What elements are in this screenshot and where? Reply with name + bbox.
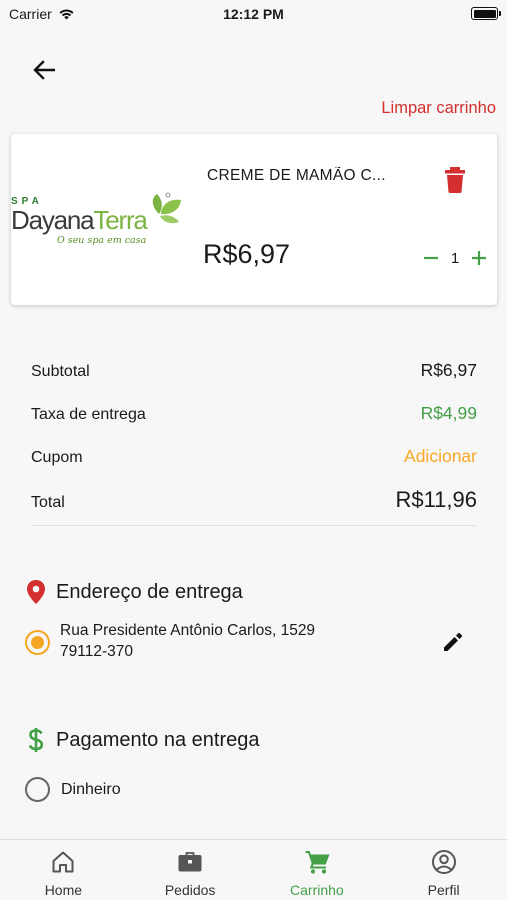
subtotal-row: Subtotal R$6,97 (31, 360, 477, 381)
quantity-value: 1 (450, 249, 460, 267)
tab-pedidos[interactable]: Pedidos (127, 840, 254, 900)
delivery-fee-label: Taxa de entrega (31, 406, 146, 423)
arrow-left-icon (33, 60, 55, 80)
tab-perfil[interactable]: Perfil (380, 840, 507, 900)
address-section-header: Endereço de entrega (25, 579, 243, 605)
tab-carrinho-label: Carrinho (290, 882, 344, 898)
trash-icon (445, 167, 465, 193)
svg-text:O seu spa em casa: O seu spa em casa (57, 235, 147, 246)
address-section-title: Endereço de entrega (56, 580, 243, 603)
home-icon (49, 848, 77, 876)
payment-radio[interactable] (25, 777, 50, 802)
subtotal-value: R$6,97 (420, 360, 477, 380)
tab-perfil-label: Perfil (427, 882, 460, 898)
address-cep: 79112-370 (60, 643, 133, 660)
product-price: R$6,97 (203, 239, 291, 269)
location-pin-icon (27, 580, 45, 604)
battery-icon (471, 7, 501, 20)
payment-option-label: Dinheiro (61, 780, 121, 798)
dollar-sign-icon (28, 728, 44, 752)
address-radio-selected[interactable] (25, 630, 50, 655)
payment-section-header: Pagamento na entrega (25, 727, 260, 753)
delivery-address: Rua Presidente Antônio Carlos, 1529 7911… (24, 621, 479, 667)
edit-address-button[interactable] (438, 627, 468, 657)
payment-option-cash[interactable]: Dinheiro (25, 777, 121, 802)
summary-divider (31, 525, 477, 526)
quantity-stepper: 1 (420, 247, 490, 269)
payment-section-title: Pagamento na entrega (56, 728, 260, 751)
delivery-fee-value: R$4,99 (420, 403, 477, 423)
delivery-fee-row: Taxa de entrega R$4,99 (31, 403, 477, 424)
delete-item-button[interactable] (443, 166, 467, 194)
product-name: CREME DE MAMÃO C... (207, 167, 386, 184)
brand-logo: SPA DayanaTerra O seu spa em casa (11, 192, 181, 246)
minus-icon (424, 256, 438, 260)
back-button[interactable] (28, 54, 60, 86)
tab-pedidos-label: Pedidos (164, 882, 216, 898)
decrease-quantity-button[interactable] (420, 247, 442, 269)
address-street: Rua Presidente Antônio Carlos, 1529 (60, 622, 316, 639)
bottom-tab-bar: Home Pedidos Carrinho Perfil (0, 839, 507, 900)
clear-cart-button[interactable]: Limpar carrinho (381, 99, 496, 118)
plus-icon (472, 251, 486, 265)
tab-carrinho[interactable]: Carrinho (254, 840, 381, 900)
briefcase-icon (176, 848, 204, 876)
cart-item-card: SPA DayanaTerra O seu spa em casa CREME … (11, 134, 497, 305)
increase-quantity-button[interactable] (468, 247, 490, 269)
svg-text:DayanaTerra: DayanaTerra (11, 205, 148, 235)
coupon-label: Cupom (31, 449, 83, 466)
total-value: R$11,96 (395, 487, 477, 512)
pencil-icon (444, 632, 463, 651)
tab-home[interactable]: Home (0, 840, 127, 900)
coupon-row: Cupom Adicionar (31, 446, 477, 467)
subtotal-label: Subtotal (31, 363, 90, 380)
total-label: Total (31, 494, 65, 511)
status-bar: Carrier 12:12 PM (0, 0, 507, 30)
cart-icon (303, 848, 331, 876)
total-row: Total R$11,96 (31, 487, 477, 513)
account-icon (430, 848, 458, 876)
tab-home-label: Home (44, 882, 83, 898)
add-coupon-button[interactable]: Adicionar (404, 446, 477, 467)
status-time: 12:12 PM (223, 6, 284, 22)
